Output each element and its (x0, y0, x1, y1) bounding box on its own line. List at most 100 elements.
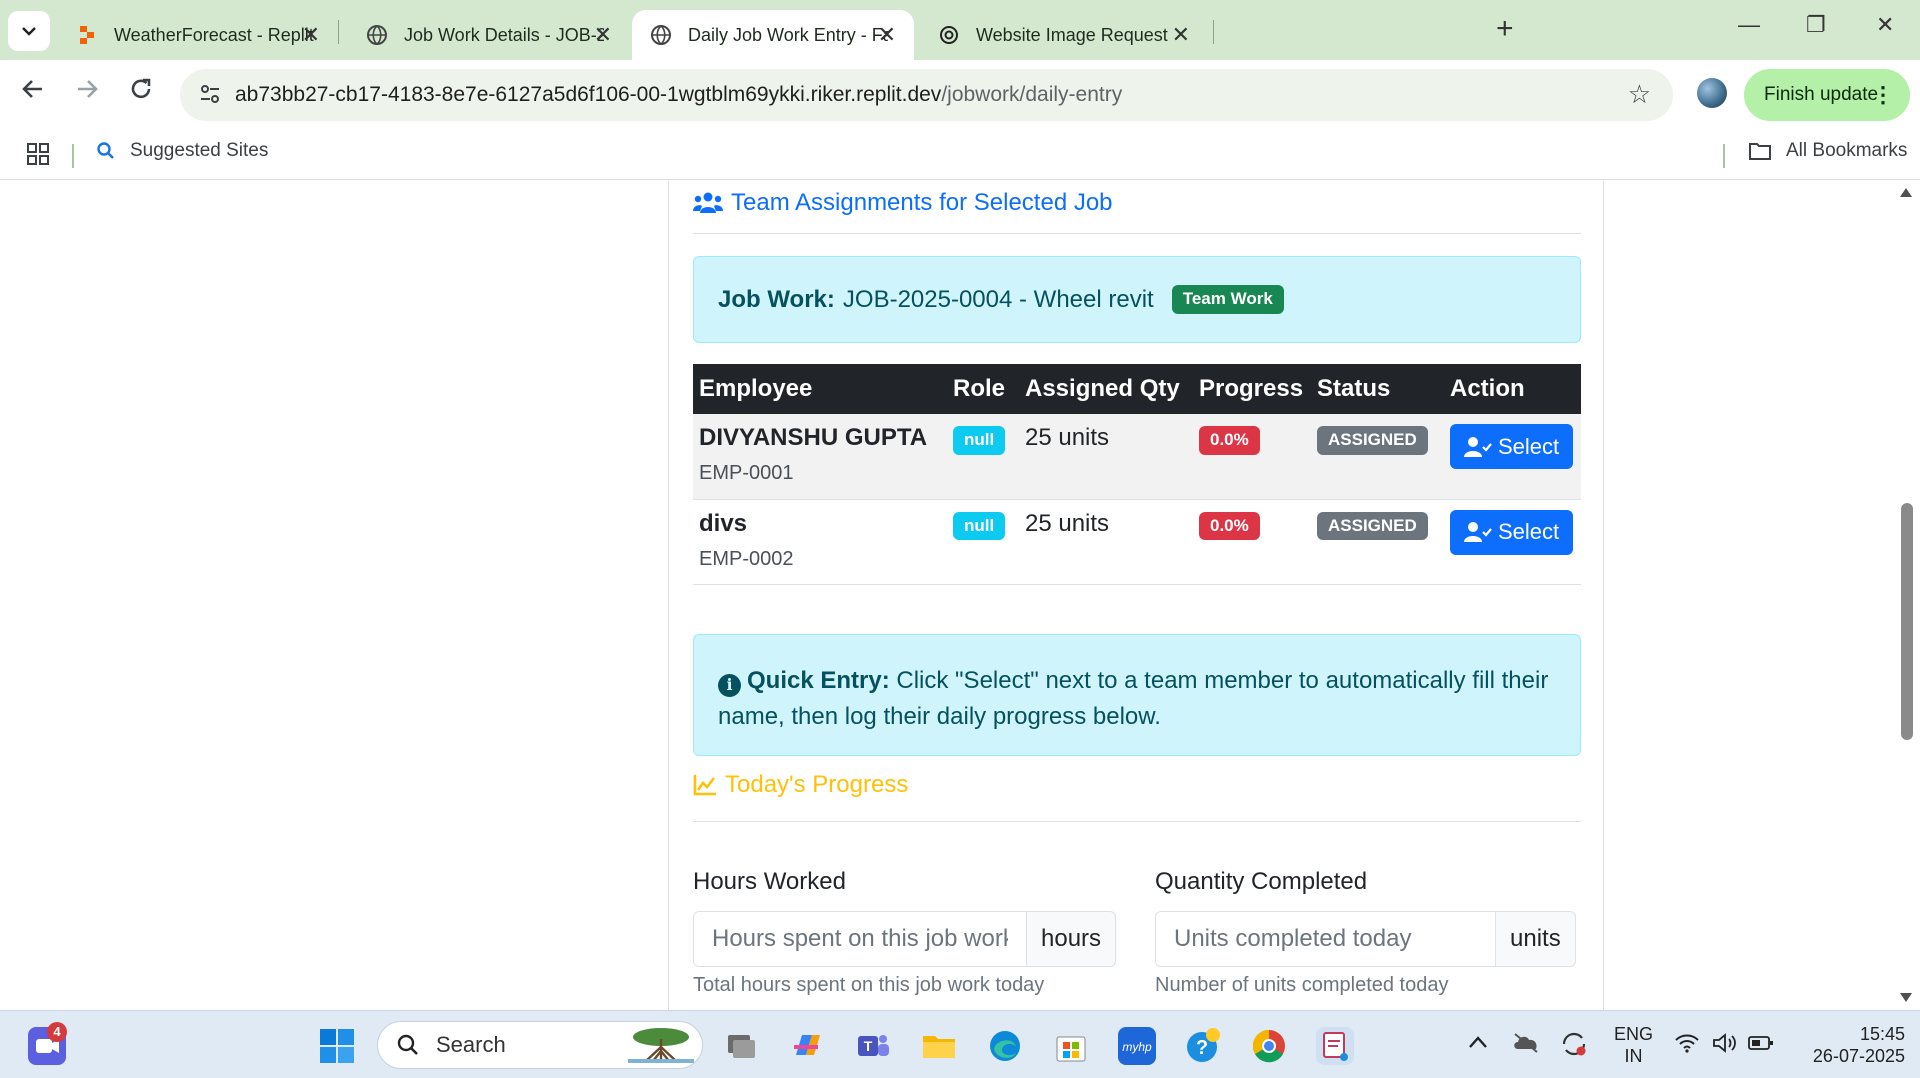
tab-title: Daily Job Work Entry - Factory Managemen… (688, 24, 888, 45)
browser-toolbar: ab73bb27-cb17-4183-8e7e-6127a5d6f106-00-… (0, 60, 1920, 130)
table-header-row: Employee Role Assigned Qty Progress Stat… (693, 364, 1581, 414)
job-work-alert: Job Work: JOB-2025-0004 - Wheel revit Te… (693, 256, 1581, 343)
clock-time: 15:45 (1859, 1024, 1905, 1044)
show-hidden-icons-chevron[interactable] (1468, 1033, 1488, 1054)
teams-icon[interactable]: T (854, 1027, 892, 1065)
scroll-up-arrow[interactable] (1900, 188, 1912, 197)
wifi-icon[interactable] (1674, 1033, 1700, 1058)
chevron-down-icon (22, 27, 36, 36)
search-icon (397, 1034, 418, 1055)
select-button-label: Select (1498, 433, 1560, 459)
divider (693, 233, 1581, 234)
restore-button[interactable]: ❐ (1806, 12, 1826, 38)
finish-update-label: Finish update (1764, 84, 1879, 105)
windows-start-icon[interactable] (318, 1027, 356, 1065)
role-badge: null (953, 511, 1006, 541)
select-button-label: Select (1498, 519, 1560, 544)
progress-cell: 0.0% (1193, 414, 1311, 500)
all-bookmarks-button[interactable]: All Bookmarks (1748, 140, 1907, 162)
snipping-tool-icon[interactable] (1316, 1027, 1354, 1065)
tab-search-button[interactable] (8, 11, 50, 51)
tab-weatherforecast[interactable]: WeatherForecast - Replit ✕ (58, 10, 338, 60)
finish-update-button[interactable]: Finish update ⋮ (1744, 69, 1910, 121)
bookmark-label: All Bookmarks (1786, 140, 1908, 161)
role-cell: null (947, 414, 1019, 500)
onedrive-icon[interactable] (1512, 1031, 1540, 1058)
file-explorer-icon[interactable] (920, 1027, 958, 1065)
user-check-icon (1464, 522, 1492, 542)
battery-icon[interactable] (1748, 1035, 1774, 1056)
role-badge: null (953, 426, 1006, 455)
forward-button[interactable] (74, 76, 100, 109)
team-work-badge: Team Work (1171, 285, 1284, 314)
column-header-status: Status (1311, 364, 1444, 414)
bookmark-suggested-sites[interactable]: Suggested Sites (96, 140, 268, 162)
column-header-action: Action (1444, 364, 1581, 414)
back-button[interactable] (20, 76, 46, 109)
edge-browser-icon[interactable] (986, 1027, 1024, 1065)
tab-title: Website Image Request (976, 24, 1168, 45)
apps-grid-icon[interactable] (26, 142, 50, 171)
action-cell: Select (1444, 414, 1581, 500)
microsoft-store-icon[interactable] (1052, 1027, 1090, 1065)
column-header-role: Role (947, 364, 1019, 414)
employee-id: EMP-0001 (699, 462, 794, 484)
mangrove-tree-icon (628, 1028, 694, 1063)
hours-addon: hours (1027, 911, 1117, 967)
assigned-qty-cell: 25 units (1019, 499, 1193, 585)
info-circle-icon: i (718, 673, 741, 697)
chevron-up-icon (1469, 1036, 1487, 1048)
status-badge: ASSIGNED (1317, 511, 1428, 541)
close-icon[interactable]: ✕ (1172, 22, 1190, 48)
chrome-icon[interactable] (1250, 1027, 1288, 1065)
close-icon[interactable]: ✕ (594, 22, 612, 48)
quantity-completed-label: Quantity Completed (1155, 868, 1368, 895)
select-employee-button[interactable]: Select (1450, 509, 1574, 555)
url-host: ab73bb27-cb17-4183-8e7e-6127a5d6f106-00-… (235, 83, 942, 106)
task-view-icon[interactable] (722, 1027, 760, 1065)
sync-icon[interactable] (1560, 1031, 1588, 1062)
reload-button[interactable] (128, 76, 154, 109)
table-row: divs EMP-0002 null 25 units 0.0% ASSIGNE… (693, 499, 1581, 585)
hours-worked-input[interactable] (693, 911, 1027, 967)
job-work-value: JOB-2025-0004 - Wheel revit (842, 285, 1154, 313)
role-cell: null (947, 499, 1019, 585)
copilot-icon[interactable] (788, 1027, 826, 1065)
region-code: IN (1624, 1046, 1643, 1066)
tab-daily-job-work-entry[interactable]: Daily Job Work Entry - Factory Managemen… (632, 10, 914, 60)
more-vert-icon[interactable]: ⋮ (1872, 82, 1894, 108)
window-close-button[interactable]: ✕ (1876, 12, 1894, 38)
user-check-icon (1464, 436, 1492, 457)
close-icon[interactable]: ✕ (302, 22, 320, 48)
select-employee-button[interactable]: Select (1450, 424, 1574, 469)
tab-website-image-request[interactable]: Website Image Request ✕ (920, 10, 1208, 60)
site-settings-icon[interactable] (198, 82, 222, 111)
bookmark-separator (1723, 144, 1725, 168)
team-assignments-heading: Team Assignments for Selected Job (693, 189, 1113, 217)
volume-icon[interactable] (1712, 1033, 1738, 1058)
profile-avatar[interactable] (1697, 78, 1727, 108)
bookmark-star-icon[interactable]: ☆ (1628, 79, 1651, 110)
help-icon[interactable]: ? (1184, 1027, 1222, 1065)
column-header-employee: Employee (693, 364, 947, 414)
address-bar[interactable]: ab73bb27-cb17-4183-8e7e-6127a5d6f106-00-… (180, 69, 1673, 121)
quantity-completed-input[interactable] (1155, 911, 1496, 967)
clock-date: 26-07-2025 (1812, 1046, 1905, 1066)
clock[interactable]: 15:45 26-07-2025 (1797, 1023, 1905, 1067)
myhp-icon[interactable]: myhp (1118, 1027, 1156, 1065)
taskbar-search-label: Search (436, 1032, 506, 1057)
status-cell: ASSIGNED (1311, 414, 1444, 500)
taskbar-search-box[interactable]: Search (377, 1021, 703, 1069)
notification-count-badge: 4 (47, 1022, 67, 1042)
globe-icon (650, 24, 672, 46)
hours-help-text: Total hours spent on this job work today (693, 974, 1045, 996)
close-icon[interactable]: ✕ (878, 22, 896, 48)
new-tab-button[interactable]: + (1496, 12, 1514, 46)
scroll-down-arrow[interactable] (1900, 993, 1912, 1002)
scrollbar-thumb[interactable] (1901, 503, 1913, 740)
column-header-assigned-qty: Assigned Qty (1019, 364, 1193, 414)
bookmarks-bar: Suggested Sites All Bookmarks (0, 130, 1920, 180)
minimize-button[interactable]: — (1738, 12, 1760, 38)
tab-job-work-details[interactable]: Job Work Details - JOB-2025-0004 ✕ (348, 10, 630, 60)
language-indicator[interactable]: ENG IN (1614, 1023, 1653, 1067)
